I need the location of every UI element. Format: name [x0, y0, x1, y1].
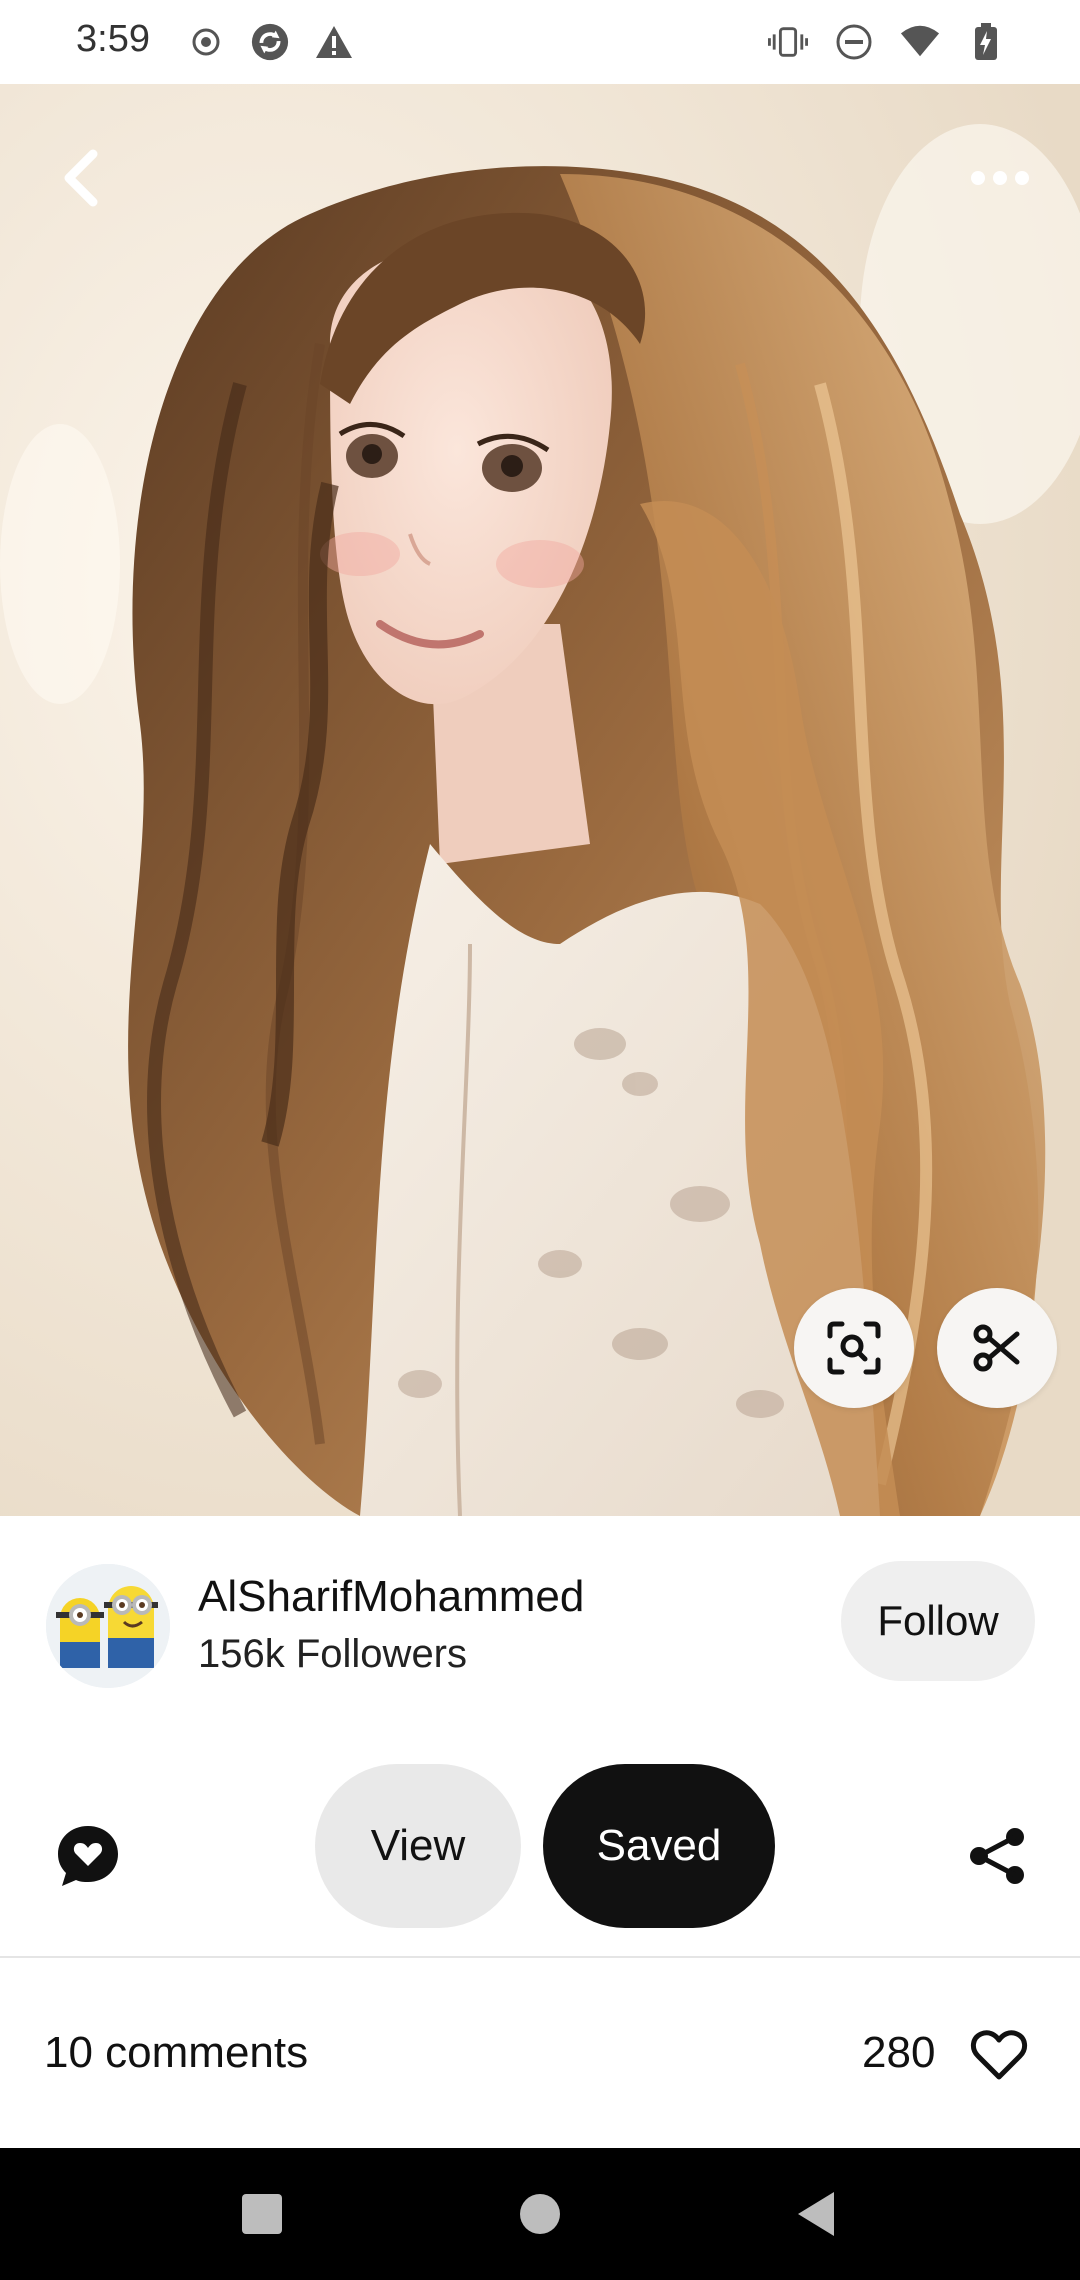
- minions-avatar-icon: [46, 1564, 170, 1688]
- pin-detail-screen: 3:59 AlSharifMohammed 156k Followers Fol…: [0, 0, 1080, 2280]
- creator-followers: 156k Followers: [198, 1632, 468, 1676]
- home-icon: [520, 2194, 560, 2234]
- sync-icon: [250, 22, 290, 62]
- scissors-icon: [973, 1324, 1020, 1372]
- recents-icon: [242, 2194, 282, 2234]
- do-not-disturb-icon: [834, 22, 874, 62]
- share-button[interactable]: [958, 1816, 1038, 1896]
- status-right-icons: [768, 22, 1006, 62]
- avatar[interactable]: [46, 1564, 170, 1688]
- view-button[interactable]: View: [315, 1764, 521, 1928]
- chevron-left-icon: [64, 149, 98, 207]
- creator-name[interactable]: AlSharifMohammed: [198, 1572, 584, 1622]
- recents-button[interactable]: [232, 2184, 292, 2244]
- share-icon: [970, 1828, 1024, 1884]
- chat-heart-icon: [58, 1826, 118, 1886]
- system-nav-bar: [0, 2148, 1080, 2280]
- warning-icon: [314, 22, 354, 62]
- engagement-row: 10 comments 280: [0, 1958, 1080, 2148]
- vibrate-icon: [768, 22, 808, 62]
- comment-reaction-button[interactable]: [48, 1816, 128, 1896]
- status-time: 3:59: [76, 18, 150, 60]
- wifi-icon: [900, 22, 940, 62]
- back-icon: [798, 2192, 834, 2236]
- home-button[interactable]: [510, 2184, 570, 2244]
- pin-illustration: [0, 84, 1080, 1516]
- system-back-button[interactable]: [786, 2184, 846, 2244]
- more-options-button[interactable]: [960, 138, 1040, 218]
- creator-row: AlSharifMohammed 156k Followers Follow: [0, 1516, 1080, 1726]
- likes-count: 280: [862, 2028, 936, 2077]
- visual-search-icon: [827, 1321, 881, 1375]
- more-horizontal-icon: [971, 171, 1029, 185]
- comments-count[interactable]: 10 comments: [44, 2028, 308, 2078]
- saved-button[interactable]: Saved: [543, 1764, 775, 1928]
- status-bar: 3:59: [0, 0, 1080, 84]
- record-icon: [186, 22, 226, 62]
- like-button[interactable]: [964, 2022, 1034, 2088]
- back-button[interactable]: [40, 138, 120, 218]
- heart-outline-icon: [971, 2030, 1027, 2080]
- cutout-button[interactable]: [937, 1288, 1057, 1408]
- pin-image[interactable]: [0, 84, 1080, 1516]
- battery-charging-icon: [966, 22, 1006, 62]
- follow-button[interactable]: Follow: [841, 1561, 1035, 1681]
- action-row: View Saved: [0, 1726, 1080, 1956]
- status-left-icons: [186, 22, 354, 62]
- visual-search-button[interactable]: [794, 1288, 914, 1408]
